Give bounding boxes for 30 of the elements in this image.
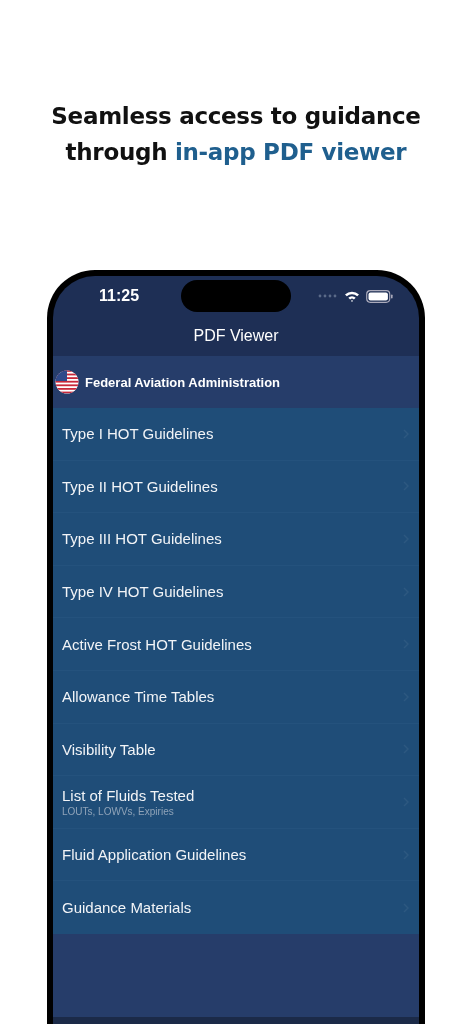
list-item[interactable]: Active Frost HOT Guidelines bbox=[53, 618, 419, 671]
item-label: Fluid Application Guidelines bbox=[62, 846, 248, 864]
item-label: List of Fluids Tested bbox=[62, 786, 196, 804]
item-label: Active Frost HOT Guidelines bbox=[62, 635, 253, 653]
flag-icon bbox=[55, 370, 79, 394]
list-item[interactable]: Type III HOT Guidelines bbox=[53, 513, 419, 566]
item-label: Type III HOT Guidelines bbox=[62, 530, 223, 548]
list-item[interactable]: Type IV HOT Guidelines bbox=[53, 565, 419, 619]
item-label: Guidance Materials bbox=[62, 899, 193, 917]
status-time: 11:25 bbox=[99, 287, 140, 305]
nav-title: PDF Viewer bbox=[193, 327, 279, 345]
list-item[interactable]: Visibility Table bbox=[53, 723, 419, 777]
list-item[interactable]: Fluid Application Guidelines bbox=[53, 828, 419, 882]
battery-icon bbox=[366, 289, 393, 303]
item-label: Visibility Table bbox=[62, 740, 157, 758]
headline: through in-app PDF viewer bbox=[65, 138, 407, 167]
signal-icon bbox=[318, 294, 338, 298]
list-item[interactable]: Guidance Materials bbox=[53, 881, 419, 934]
list-item[interactable]: Allowance Time Tables bbox=[53, 670, 419, 724]
list-item[interactable]: List of Fluids Tested LOUTs, LOWVs, Expiries bbox=[53, 776, 419, 829]
item-label: Allowance Time Tables bbox=[62, 688, 216, 706]
item-label: Type IV HOT Guidelines bbox=[62, 583, 225, 601]
item-subtitle: LOUTs, LOWVs, Expiries bbox=[62, 805, 175, 817]
item-label: Type I HOT Guidelines bbox=[62, 425, 215, 443]
item-label: Type II HOT Guidelines bbox=[62, 477, 219, 495]
wifi-icon bbox=[344, 290, 360, 302]
headline: Seamless access to guidance bbox=[51, 102, 421, 131]
list-item[interactable]: Type I HOT Guidelines bbox=[53, 408, 419, 461]
list-item[interactable]: Type II HOT Guidelines bbox=[53, 460, 419, 514]
section-title: Federal Aviation Administration bbox=[85, 374, 281, 390]
